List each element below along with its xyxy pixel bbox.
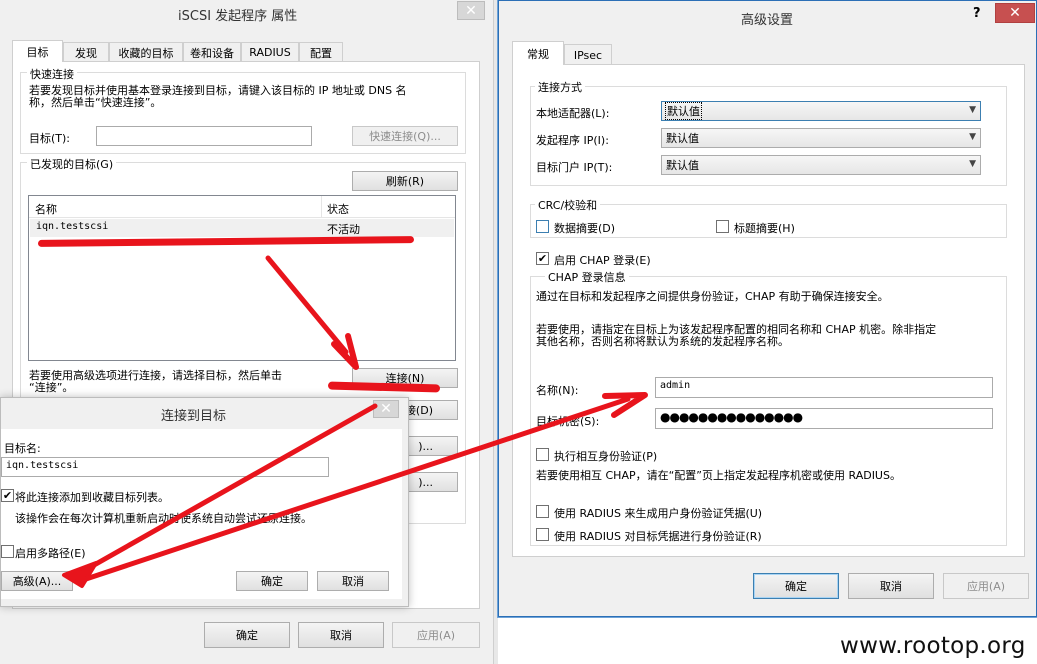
tab-targets[interactable]: 目标 (12, 40, 63, 62)
tab-general[interactable]: 常规 (512, 41, 564, 65)
arrow-to-connect (265, 255, 359, 370)
arrow-to-credentials (80, 392, 648, 583)
watermark: www.rootop.org (840, 633, 1026, 659)
red-arrows (62, 255, 648, 588)
